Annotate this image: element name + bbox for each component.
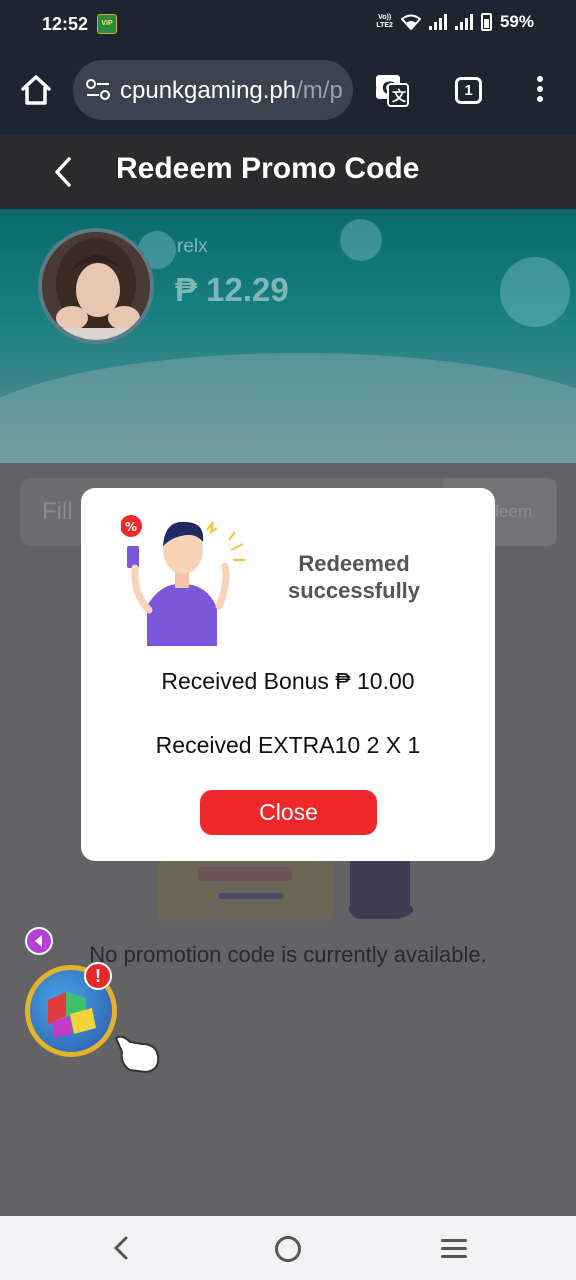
nav-back-icon[interactable] (108, 1234, 136, 1262)
url-text: cpunkgaming.ph/m/p (120, 77, 343, 105)
close-button[interactable]: Close (200, 790, 377, 835)
username: relx (177, 236, 208, 257)
empty-state-illustration (158, 855, 414, 921)
decor-bubble (340, 219, 382, 261)
success-dialog: % Redeemed successfully Received Bonus ₱… (81, 488, 495, 861)
system-nav-bar (0, 1216, 576, 1280)
svg-text:%: % (125, 520, 137, 534)
success-status: Redeemed successfully (287, 551, 421, 603)
app-notification-icon: VIP (97, 14, 117, 34)
browser-toolbar: cpunkgaming.ph/m/p G 文 1 (0, 50, 576, 134)
avatar-photo (42, 232, 150, 340)
nav-home-icon[interactable] (275, 1236, 301, 1262)
extra-received-text: Received EXTRA10 2 X 1 (155, 732, 421, 758)
avatar[interactable] (38, 228, 154, 344)
bonus-received-text: Received Bonus ₱ 10.00 (161, 668, 415, 694)
volte-icon: Vo)) LTE2 (376, 14, 393, 29)
battery-percent: 59% (499, 12, 534, 31)
caret-left-icon (35, 935, 42, 947)
status-bar: 12:52 VIP Vo)) LTE2 59% (0, 0, 576, 50)
balance: ₱ 12.29 (175, 271, 289, 308)
empty-state-message: No promotion code is currently available… (89, 942, 487, 967)
site-settings-icon[interactable] (85, 78, 111, 102)
tabs-icon[interactable]: 1 (455, 77, 482, 104)
back-arrow-icon[interactable] (48, 154, 78, 190)
page-title: Redeem Promo Code (116, 152, 420, 185)
signal-icon-2 (454, 14, 473, 30)
floating-collapse-button[interactable] (25, 927, 53, 955)
nav-recents-icon[interactable] (441, 1239, 467, 1259)
status-icons: Vo)) LTE2 59% (376, 12, 534, 32)
url-path: /m/p (296, 77, 343, 104)
svg-text:文: 文 (392, 88, 407, 105)
status-time: 12:52 (42, 14, 89, 34)
battery-icon (480, 13, 492, 31)
translate-icon[interactable]: G 文 (374, 72, 410, 108)
signal-icon-1 (428, 14, 447, 30)
alert-badge: ! (84, 962, 112, 990)
url-domain: cpunkgaming.ph (120, 77, 297, 104)
decor-bubble (500, 257, 570, 327)
app-header: Redeem Promo Code (0, 134, 576, 209)
success-illustration: % (121, 515, 245, 646)
decor-wave (0, 353, 576, 463)
home-icon[interactable] (18, 72, 54, 108)
pointing-hand-icon (114, 1035, 160, 1074)
profile-banner: relx ₱ 12.29 (0, 209, 576, 463)
address-bar[interactable]: cpunkgaming.ph/m/p (73, 60, 353, 120)
more-menu-icon[interactable] (530, 76, 550, 108)
wifi-icon (400, 14, 421, 30)
